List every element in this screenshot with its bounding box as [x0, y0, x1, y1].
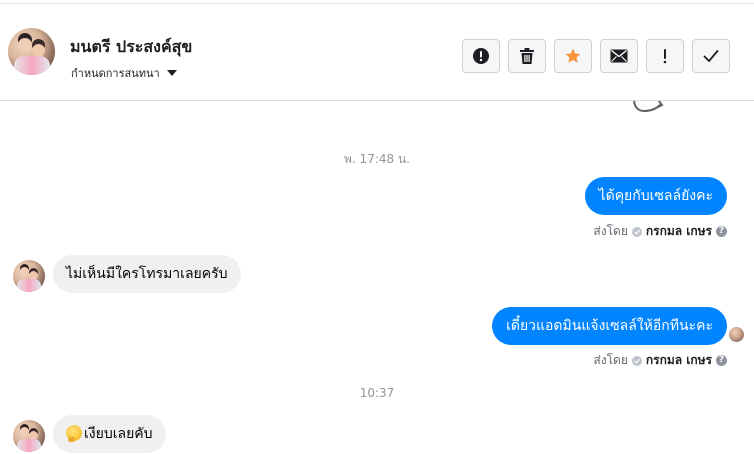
contact-avatar[interactable]	[8, 28, 55, 75]
incoming-message[interactable]: เงียบเลยคับ	[53, 415, 166, 453]
contact-small-avatar	[13, 420, 45, 452]
sent-by-label: ส่งโดย	[593, 353, 628, 367]
check-circle-icon	[631, 226, 642, 237]
checkmark-icon	[703, 50, 719, 62]
delete-button[interactable]	[508, 39, 546, 73]
caret-down-icon	[166, 70, 177, 76]
envelope-icon	[610, 49, 628, 63]
sender-name[interactable]: กรกมล เกษร	[646, 222, 712, 241]
sent-by-info: ส่งโดย กรกมล เกษร ?	[593, 222, 727, 241]
trash-icon	[520, 48, 534, 64]
mark-unread-button[interactable]	[600, 39, 638, 73]
exclamation-circle-icon	[473, 48, 489, 64]
timestamp-divider: 10:37	[359, 386, 395, 400]
conversation-header: มนตรี ประสงค์สุข กำหนดการสนทนา	[0, 4, 754, 101]
sent-by-label: ส่งโดย	[593, 224, 628, 238]
help-icon[interactable]: ?	[716, 355, 727, 366]
outgoing-message[interactable]: ได้คุยกับเซลล์ยังคะ	[584, 177, 727, 215]
star-icon	[565, 48, 581, 63]
outgoing-message[interactable]: เดี๋ยวแอดมินแจ้งเซลล์ให้อีกทีนะคะ	[492, 307, 727, 345]
mark-done-button[interactable]	[692, 39, 730, 73]
timestamp-divider: พ. 17:48 น.	[344, 152, 410, 166]
help-icon[interactable]: ?	[716, 226, 727, 237]
incoming-message-text: เงียบเลยคับ	[84, 426, 153, 442]
star-button[interactable]	[554, 39, 592, 73]
header-actions	[462, 39, 730, 73]
assign-conversation-label: กำหนดการสนทนา	[71, 67, 160, 80]
sender-name[interactable]: กรกมล เกษร	[646, 351, 712, 370]
sticker-icon	[633, 101, 664, 113]
incoming-message[interactable]: ไม่เห็นมีใครโทรมาเลยครับ	[53, 255, 241, 293]
thinking-face-icon	[66, 425, 82, 442]
mark-important-button[interactable]	[646, 39, 684, 73]
assign-conversation-dropdown[interactable]: กำหนดการสนทนา	[71, 64, 177, 82]
contact-small-avatar	[13, 260, 45, 292]
check-circle-icon	[631, 355, 642, 366]
contact-name[interactable]: มนตรี ประสงค์สุข	[70, 35, 192, 60]
conversation-window: มนตรี ประสงค์สุข กำหนดการสนทนา พ. 17:48 …	[0, 0, 754, 454]
report-spam-button[interactable]	[462, 39, 500, 73]
message-list: พ. 17:48 น. ได้คุยกับเซลล์ยังคะ ส่งโดย ก…	[0, 101, 754, 454]
sent-by-info: ส่งโดย กรกมล เกษร ?	[593, 351, 727, 370]
seen-avatar	[729, 327, 744, 342]
exclamation-icon	[663, 49, 667, 64]
